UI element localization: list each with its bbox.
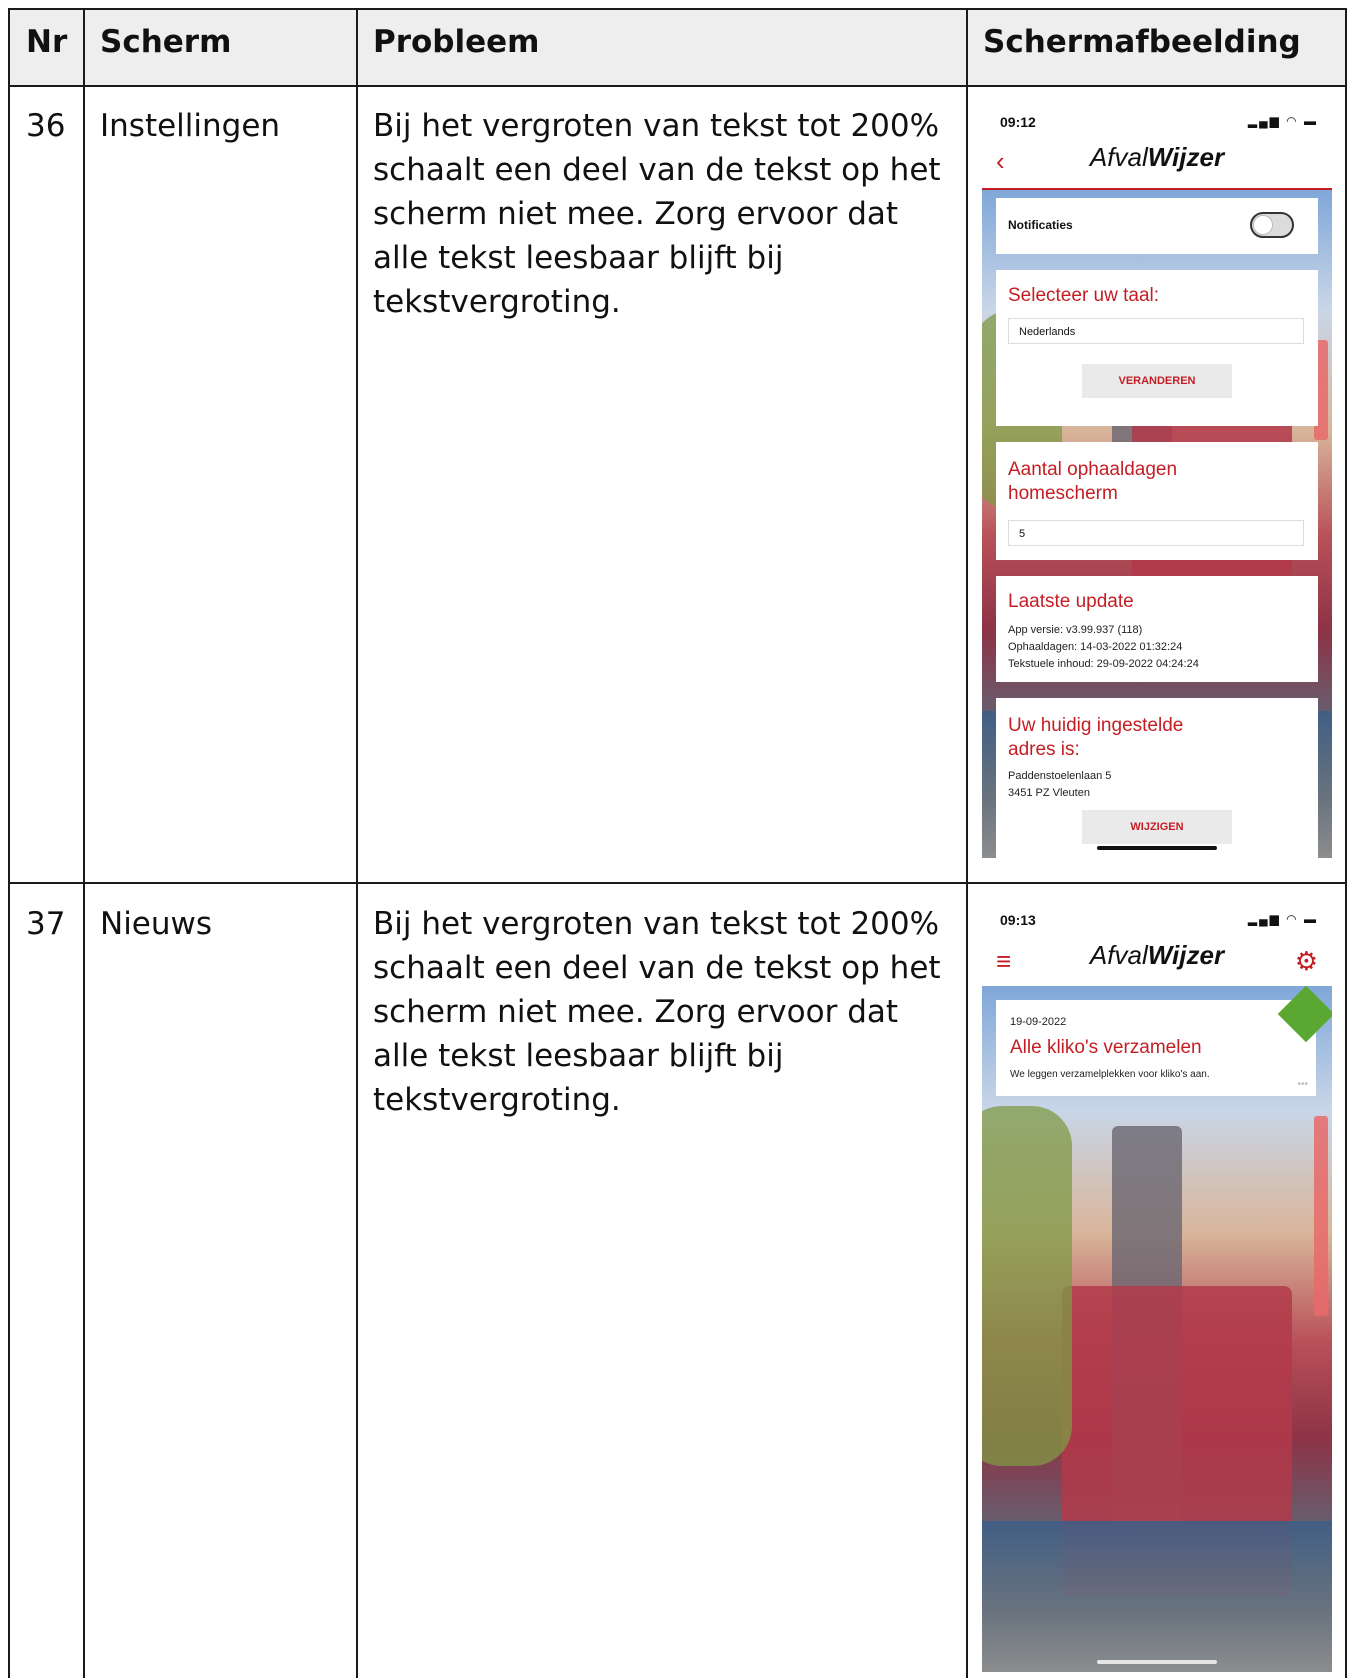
gear-icon[interactable]: ⚙ xyxy=(1295,946,1318,977)
news-item-card[interactable]: 19-09-2022 Alle kliko's verzamelen We le… xyxy=(996,985,1332,1096)
table-border-right xyxy=(1345,8,1347,1678)
header-scherm: Scherm xyxy=(100,24,232,60)
edit-address-button[interactable]: WIJZIGEN xyxy=(1082,810,1232,844)
notifications-label: Notificaties xyxy=(1008,218,1073,232)
table-border-header xyxy=(8,85,1347,87)
app-version: App versie: v3.99.937 (118) xyxy=(1008,624,1143,636)
home-indicator xyxy=(1097,1660,1217,1664)
last-update-title: Laatste update xyxy=(1008,591,1134,612)
status-bar: 09:12 ▂▄▆ ◠ ▬ xyxy=(982,100,1332,134)
row-36-probleem: Bij het vergroten van tekst tot 200% sch… xyxy=(373,108,941,320)
row-37-nr: 37 xyxy=(26,906,66,942)
table-divider-1 xyxy=(83,8,85,1678)
table-border-top xyxy=(8,8,1347,10)
screenshot-instellingen: 09:12 ▂▄▆ ◠ ▬ ‹ AfvalWijzer Notificaties… xyxy=(982,100,1332,858)
language-select[interactable]: Nederlands xyxy=(1008,318,1304,344)
notifications-toggle[interactable] xyxy=(1250,212,1294,238)
app-header: ≡ AfvalWijzer ⚙ xyxy=(982,932,1332,986)
notifications-card: Notificaties xyxy=(996,198,1318,254)
row-37-scherm: Nieuws xyxy=(100,906,213,942)
pickup-days-input[interactable]: 5 xyxy=(1008,520,1304,546)
status-time: 09:13 xyxy=(1000,912,1036,928)
last-update-card: Laatste update App versie: v3.99.937 (11… xyxy=(996,576,1318,682)
news-date: 19-09-2022 xyxy=(1010,1016,1067,1028)
table-divider-2 xyxy=(356,8,358,1678)
app-header: ‹ AfvalWijzer xyxy=(982,134,1332,190)
afvalwijzer-logo: AfvalWijzer xyxy=(1089,142,1225,172)
table-border-left xyxy=(8,8,10,1678)
row-37-probleem: Bij het vergroten van tekst tot 200% sch… xyxy=(373,906,941,1118)
more-dots-icon[interactable]: ••• xyxy=(1297,1079,1308,1090)
change-language-button[interactable]: VERANDEREN xyxy=(1082,364,1232,398)
header-probleem: Probleem xyxy=(373,24,540,60)
header-nr: Nr xyxy=(26,24,68,60)
header-schermafbeelding: Schermafbeelding xyxy=(983,24,1301,60)
pickup-days-card: Aantal ophaaldagen homescherm 5 xyxy=(996,442,1318,560)
status-bar: 09:13 ▂▄▆ ◠ ▬ xyxy=(982,898,1332,932)
address-line-1: Paddenstoelenlaan 5 xyxy=(1008,770,1112,782)
status-time: 09:12 xyxy=(1000,114,1036,130)
row-36-scherm: Instellingen xyxy=(100,108,281,144)
language-card: Selecteer uw taal: Nederlands VERANDEREN xyxy=(996,270,1318,426)
language-title: Selecteer uw taal: xyxy=(1008,285,1160,306)
pickup-days-title: Aantal ophaaldagen homescherm xyxy=(1008,459,1178,504)
home-indicator xyxy=(1097,846,1217,850)
status-icons: ▂▄▆ ◠ ▬ xyxy=(1247,114,1318,128)
news-text: We leggen verzamelplekken voor kliko's a… xyxy=(1010,1069,1210,1080)
address-line-2: 3451 PZ Vleuten xyxy=(1008,787,1090,799)
pickup-dates-update: Ophaaldagen: 14-03-2022 01:32:24 xyxy=(1008,641,1183,653)
table-border-row xyxy=(8,882,1347,884)
address-title: Uw huidig ingestelde adres is: xyxy=(1008,715,1184,760)
text-content-update: Tekstuele inhoud: 29-09-2022 04:24:24 xyxy=(1008,658,1199,670)
afvalwijzer-logo: AfvalWijzer xyxy=(1089,940,1225,970)
news-title: Alle kliko's verzamelen xyxy=(1010,1037,1202,1058)
row-36-nr: 36 xyxy=(26,108,66,144)
screenshot-nieuws: 09:13 ▂▄▆ ◠ ▬ ≡ AfvalWijzer ⚙ 19-09-2022… xyxy=(982,898,1332,1672)
address-card: Uw huidig ingestelde adres is: Paddensto… xyxy=(996,698,1318,858)
table-divider-3 xyxy=(966,8,968,1678)
status-icons: ▂▄▆ ◠ ▬ xyxy=(1247,912,1318,926)
